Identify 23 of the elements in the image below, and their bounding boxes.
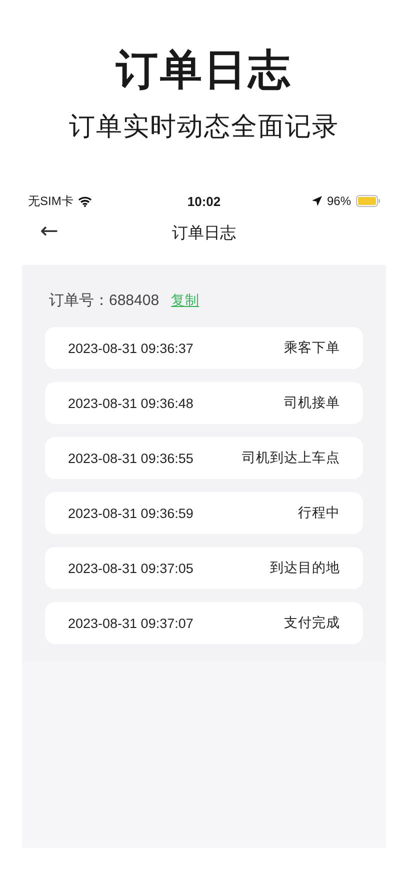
log-event: 司机到达上车点 [242, 449, 340, 467]
battery-icon [356, 195, 380, 207]
battery-percent: 96% [326, 194, 351, 208]
log-time: 2023-08-31 09:36:55 [68, 450, 194, 466]
log-event: 支付完成 [284, 614, 340, 632]
promo-subtitle: 订单实时动态全面记录 [69, 110, 339, 142]
log-time: 2023-08-31 09:36:48 [68, 396, 194, 410]
log-time: 2023-08-31 09:37:07 [68, 616, 194, 630]
log-event: 乘客下单 [284, 339, 340, 357]
page-title: 订单日志 [172, 224, 236, 244]
log-event: 行程中 [298, 504, 340, 522]
log-event: 司机接单 [284, 394, 340, 412]
wifi-icon [78, 196, 92, 206]
promo-title: 订单日志 [116, 45, 292, 95]
log-event: 到达目的地 [270, 559, 340, 577]
order-number: 订单号：688408 [49, 291, 160, 310]
log-time: 2023-08-31 09:36:37 [68, 340, 194, 356]
log-time: 2023-08-31 09:36:59 [68, 506, 194, 520]
carrier-label: 无SIM卡 [28, 192, 74, 210]
back-button[interactable]: ← [36, 219, 62, 245]
clock-time: 10:02 [187, 194, 221, 208]
log-time: 2023-08-31 09:37:05 [68, 560, 194, 576]
location-arrow-icon [312, 196, 322, 206]
